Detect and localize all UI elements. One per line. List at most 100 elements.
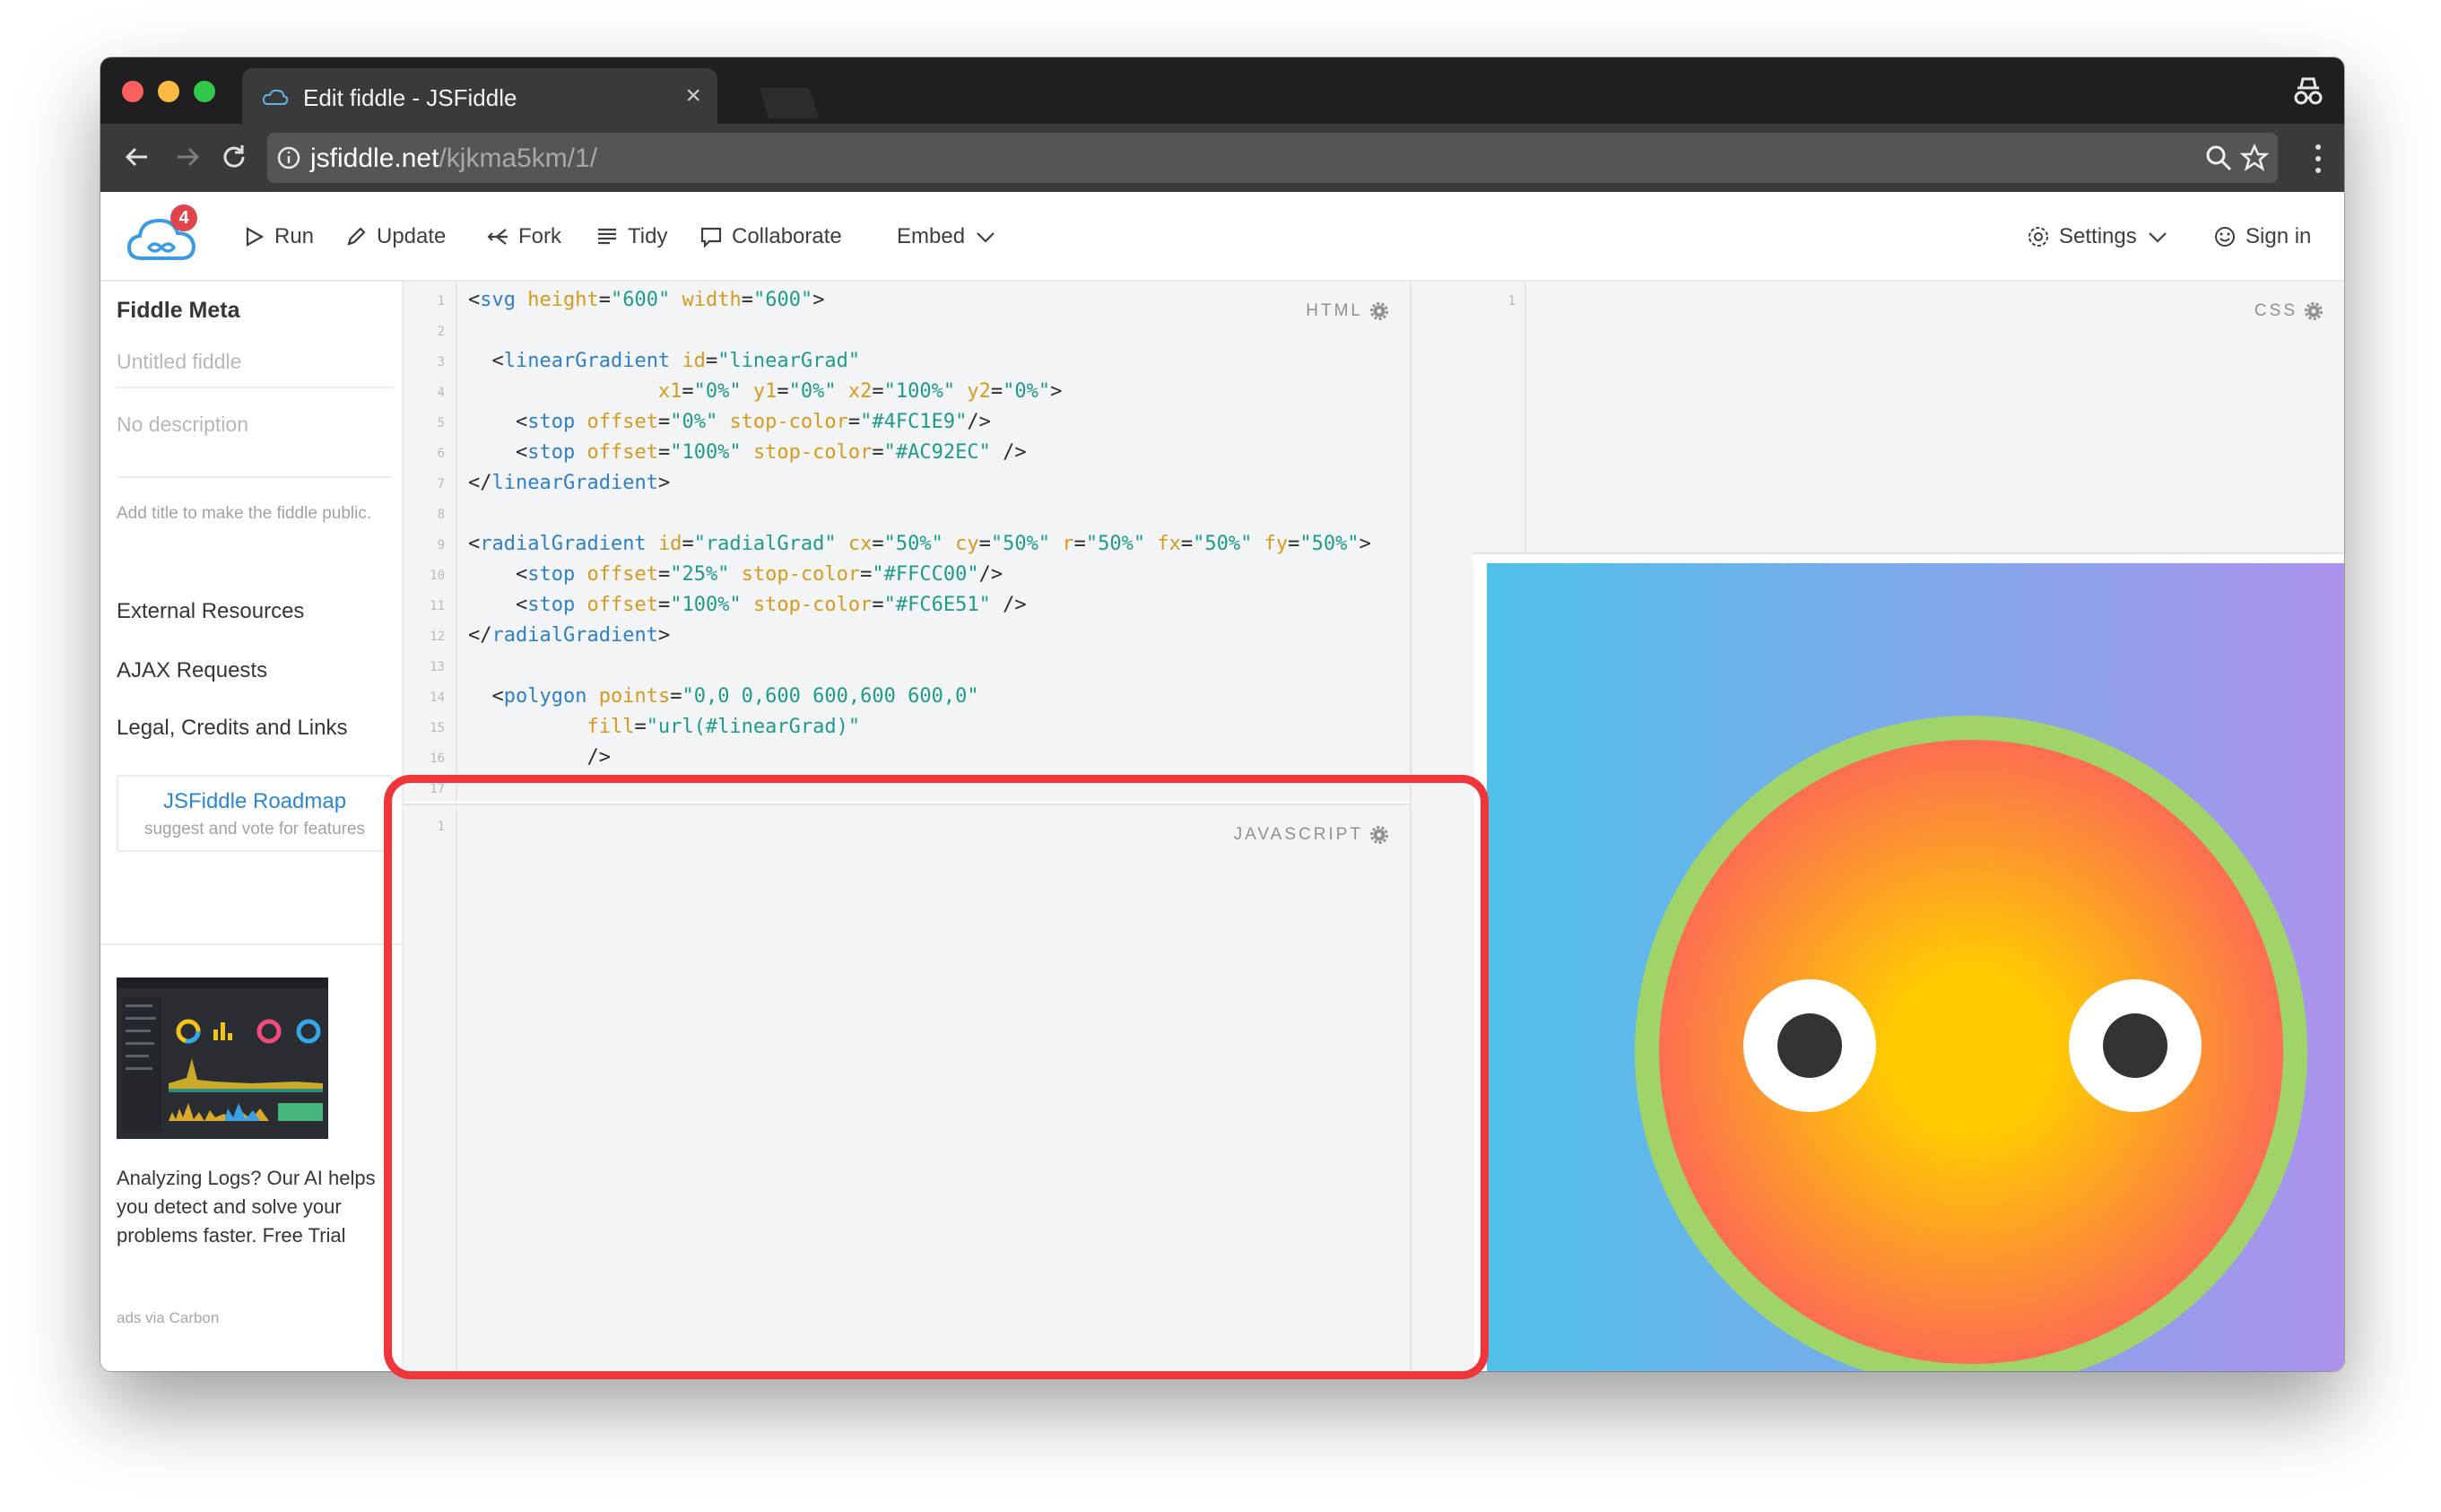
ad-image[interactable]: [117, 978, 328, 1139]
roadmap-title: JSFiddle Roadmap: [162, 789, 347, 813]
line-number: 11: [430, 599, 445, 613]
line-number: 6: [437, 447, 445, 461]
sidebar-item-external-resources[interactable]: External Resources: [117, 599, 304, 624]
tab-title: Edit fiddle - JSFiddle: [303, 84, 517, 111]
code-line: <svg height="600" width="600">: [468, 289, 825, 311]
chevron-down-icon: [2148, 232, 2167, 243]
gear-icon: [2028, 227, 2048, 247]
html-editor[interactable]: 1 2 3 4 5 6 7 8 9 10 11 12 13 14 15 16 1…: [404, 282, 1410, 802]
highlight-annotation: [384, 775, 1489, 1379]
fork-label: Fork: [518, 224, 561, 248]
run-label: Run: [274, 224, 315, 248]
line-number: 4: [437, 386, 445, 400]
sidebar-title: Fiddle Meta: [117, 298, 240, 323]
line-number: 16: [430, 752, 445, 766]
fiddle-description-input[interactable]: No description: [117, 413, 393, 478]
minimize-window-button[interactable]: [158, 81, 179, 102]
public-note: Add title to make the fiddle public.: [117, 504, 372, 523]
line-number: 5: [437, 416, 445, 430]
line-number: 12: [430, 630, 445, 644]
code-line: </radialGradient>: [468, 624, 671, 647]
code-line: <radialGradient id="radialGrad" cx="50%"…: [468, 533, 1371, 555]
update-button[interactable]: Update: [344, 219, 446, 255]
chevron-down-icon: [977, 232, 995, 243]
line-number: 8: [437, 508, 445, 522]
bookmark-star-icon[interactable]: [2240, 143, 2269, 172]
maximize-window-button[interactable]: [194, 81, 215, 102]
url-text: jsfiddle.net/kjkma5km/1/: [310, 143, 598, 173]
fork-icon: [487, 229, 508, 245]
browser-tab-active[interactable]: Edit fiddle - JSFiddle ×: [242, 68, 717, 126]
sign-in-button[interactable]: Sign in: [2213, 219, 2311, 255]
tab-close-icon[interactable]: ×: [685, 81, 701, 111]
incognito-icon: [2294, 77, 2323, 105]
result-frame[interactable]: [1476, 563, 2344, 1371]
line-number: 1: [1507, 294, 1516, 308]
code-line: />: [586, 746, 611, 769]
zoom-search-icon[interactable]: [2204, 143, 2233, 172]
site-info-icon[interactable]: [276, 145, 301, 170]
collaborate-label: Collaborate: [732, 224, 842, 248]
tidy-lines-icon: [598, 228, 616, 245]
jsfiddle-favicon-icon: [262, 89, 289, 105]
fiddle-title-input[interactable]: Untitled fiddle: [117, 350, 393, 388]
code-line: <stop offset="0%" stop-color="#4FC1E9"/>: [515, 411, 991, 433]
gear-icon[interactable]: [1370, 302, 1388, 320]
line-number: 14: [430, 691, 445, 705]
ad-via-link[interactable]: ads via Carbon: [117, 1309, 219, 1327]
sidebar-item-ajax-requests[interactable]: AJAX Requests: [117, 658, 267, 683]
html-panel-label: HTML: [1306, 301, 1388, 321]
pencil-icon: [347, 227, 366, 246]
smiley-icon: [2215, 227, 2235, 247]
reload-icon[interactable]: [219, 142, 249, 172]
code-line: <linearGradient id="linearGrad": [491, 350, 861, 372]
css-editor[interactable]: 1 CSS: [1472, 282, 2344, 552]
forward-arrow-icon[interactable]: [172, 142, 203, 172]
update-label: Update: [377, 224, 447, 248]
fork-button[interactable]: Fork: [486, 219, 561, 255]
code-line: <stop offset="100%" stop-color="#FC6E51"…: [515, 594, 1027, 616]
browser-toolbar: jsfiddle.net/kjkma5km/1/: [100, 124, 2344, 192]
code-line: <stop offset="100%" stop-color="#AC92EC"…: [515, 441, 1027, 464]
address-bar[interactable]: jsfiddle.net/kjkma5km/1/: [267, 133, 2278, 183]
jsfiddle-actionbar: 4 Run Update Fork Tidy Collaborate Embed…: [100, 192, 2344, 282]
roadmap-card[interactable]: JSFiddle Roadmap suggest and vote for fe…: [117, 775, 393, 852]
ad-dashboard-graphic: [117, 978, 328, 1132]
settings-label: Settings: [2059, 224, 2137, 248]
panel-divider[interactable]: [1472, 552, 2344, 563]
line-number: 3: [437, 355, 445, 369]
line-number: 7: [437, 477, 445, 491]
sidebar-item-legal-credits[interactable]: Legal, Credits and Links: [117, 716, 347, 741]
run-button[interactable]: Run: [242, 219, 314, 255]
result-smiley-graphic: [1487, 563, 2344, 1371]
line-number: 9: [437, 538, 445, 552]
code-line: fill="url(#linearGrad)": [586, 716, 861, 738]
code-line: </linearGradient>: [468, 472, 671, 494]
line-number: 2: [437, 325, 445, 339]
css-panel-label: CSS: [2254, 301, 2323, 321]
gear-icon[interactable]: [2305, 302, 2323, 320]
line-number: 10: [430, 569, 445, 583]
line-number: 15: [430, 721, 445, 735]
collaborate-button[interactable]: Collaborate: [699, 219, 842, 255]
code-line: <stop offset="25%" stop-color="#FFCC00"/…: [515, 563, 1003, 586]
ad-text[interactable]: Analyzing Logs? Our AI helps you detect …: [117, 1164, 396, 1250]
fiddle-meta-sidebar: Fiddle Meta Untitled fiddle No descripti…: [100, 282, 404, 1371]
settings-dropdown[interactable]: Settings: [2027, 219, 2169, 255]
sign-in-label: Sign in: [2246, 224, 2312, 248]
chat-bubble-icon: [700, 227, 722, 248]
play-icon: [246, 227, 265, 247]
back-arrow-icon[interactable]: [122, 142, 152, 172]
tidy-label: Tidy: [628, 224, 668, 248]
notification-badge: 4: [170, 204, 197, 231]
title-bar: Edit fiddle - JSFiddle ×: [100, 57, 2344, 126]
tidy-button[interactable]: Tidy: [595, 219, 667, 255]
line-number: 1: [437, 294, 445, 308]
new-tab-button[interactable]: [759, 88, 820, 118]
browser-menu-icon[interactable]: [2314, 143, 2323, 174]
embed-dropdown[interactable]: Embed: [897, 219, 997, 255]
embed-label: Embed: [897, 224, 966, 248]
line-number: 13: [430, 660, 445, 674]
css-gutter: [1474, 282, 1526, 552]
close-window-button[interactable]: [122, 81, 143, 102]
